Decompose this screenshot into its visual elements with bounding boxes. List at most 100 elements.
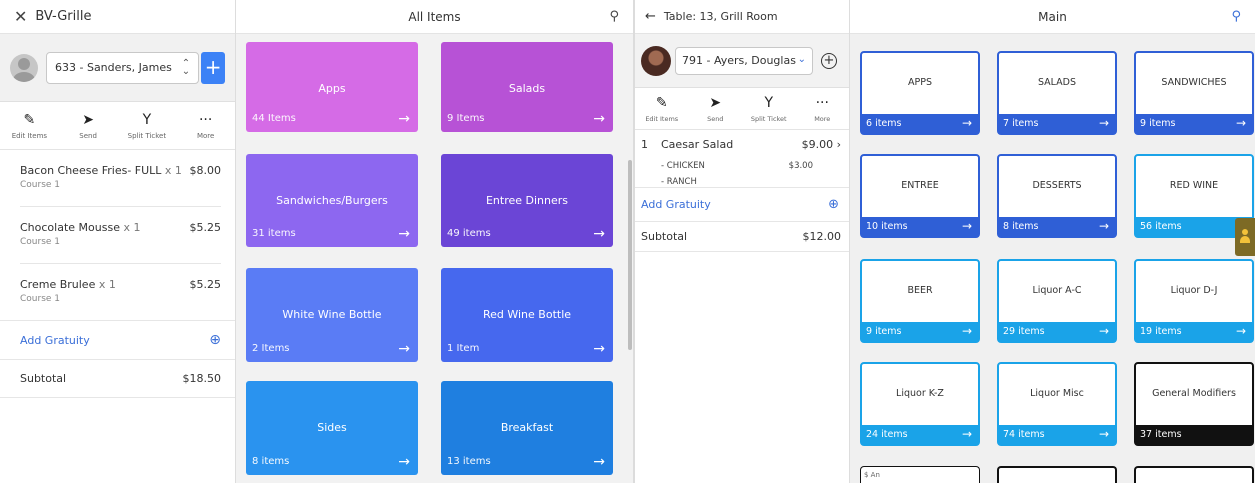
menu-title: Main [1038, 10, 1067, 24]
chevron-down-icon: ⌄ [797, 53, 806, 65]
order-item[interactable]: 1 Caesar Salad $9.00 › - CHICKEN $3.00 -… [635, 130, 849, 188]
menu-title: All Items [408, 10, 461, 24]
menu-tile-entree[interactable]: Entree Dinners 49 items → [441, 154, 613, 247]
category-apps[interactable]: APPS 6 items → [860, 51, 980, 135]
app-title: BV-Grille [35, 9, 92, 24]
category-tile-partial[interactable]: $ An [860, 466, 980, 483]
updown-icon: ⌃ ⌄ [181, 57, 191, 77]
order-item[interactable]: Bacon Cheese Fries- FULL x 1 $8.00 Cours… [0, 150, 235, 206]
customer-name: 791 - Ayers, Douglas [682, 54, 796, 67]
split-ticket-button[interactable]: Y Split Ticket [742, 88, 796, 129]
avatar [641, 45, 671, 76]
modifier: - CHICKEN $3.00 [661, 161, 813, 171]
menu-tile-apps[interactable]: Apps 44 Items → [246, 42, 418, 132]
category-salads[interactable]: SALADS 7 items → [997, 51, 1117, 135]
order-item[interactable]: Creme Brulee x 1 $5.25 Course 1 [0, 264, 235, 320]
arrow-right-icon: → [398, 341, 410, 357]
menu-tile-sides[interactable]: Sides 8 items → [246, 381, 418, 475]
split-icon: Y [142, 111, 152, 128]
category-beer[interactable]: BEER 9 items → [860, 259, 980, 343]
more-icon: ··· [815, 94, 829, 111]
order-item[interactable]: Chocolate Mousse x 1 $5.25 Course 1 [0, 207, 235, 263]
category-liquor-a-c[interactable]: Liquor A-C 29 items → [997, 259, 1117, 343]
item-course: Course 1 [20, 294, 61, 304]
menu-panel: Main ⚲ APPS 6 items → SALADS 7 items → SANDW… [850, 0, 1255, 483]
split-ticket-button[interactable]: Y Split Ticket [118, 102, 177, 149]
arrow-right-icon: → [398, 454, 410, 470]
customer-select[interactable]: 791 - Ayers, Douglas ⌄ [675, 46, 813, 75]
arrow-right-icon: → [593, 454, 605, 470]
more-button[interactable]: ··· More [796, 88, 850, 129]
arrow-right-icon: → [961, 324, 972, 338]
edit-items-button[interactable]: ✎ Edit Items [0, 102, 59, 149]
category-tile-partial[interactable] [1134, 466, 1254, 483]
split-icon: Y [764, 94, 774, 111]
ticket-panel: ← Table: 13, Grill Room 791 - Ayers, Dou… [635, 0, 850, 483]
customer-row: 791 - Ayers, Douglas ⌄ + [635, 34, 849, 88]
arrow-right-icon: → [398, 111, 410, 127]
item-course: Course 1 [20, 180, 61, 190]
category-sandwiches[interactable]: SANDWICHES 9 items → [1134, 51, 1254, 135]
action-bar: ✎ Edit Items ➤ Send Y Split Ticket ··· More [635, 88, 849, 130]
arrow-right-icon: → [961, 219, 972, 233]
customer-select[interactable]: 633 - Sanders, James ⌃ ⌄ [46, 51, 200, 84]
customer-name: 633 - Sanders, James [55, 61, 172, 74]
category-tile-partial[interactable] [997, 466, 1117, 483]
titlebar: ✕ BV-Grille [0, 0, 235, 34]
arrow-right-icon: → [961, 116, 972, 130]
category-liquor-misc[interactable]: Liquor Misc 74 items → [997, 362, 1117, 446]
add-circle-icon[interactable]: ⊕ [828, 197, 839, 212]
search-icon[interactable]: ⚲ [1231, 0, 1241, 34]
category-desserts[interactable]: DESSERTS 8 items → [997, 154, 1117, 238]
menu-tile-white-wine[interactable]: White Wine Bottle 2 Items → [246, 268, 418, 362]
category-liquor-d-j[interactable]: Liquor D-J 19 items → [1134, 259, 1254, 343]
send-button[interactable]: ➤ Send [59, 102, 118, 149]
category-entree[interactable]: ENTREE 10 items → [860, 154, 980, 238]
users-icon[interactable] [1235, 218, 1255, 256]
arrow-right-icon: → [1098, 219, 1109, 233]
edit-items-button[interactable]: ✎ Edit Items [635, 88, 689, 129]
chevron-right-icon: › [836, 138, 841, 151]
send-button[interactable]: ➤ Send [689, 88, 743, 129]
menu-tile-salads[interactable]: Salads 9 Items → [441, 42, 613, 132]
more-icon: ··· [198, 111, 213, 128]
seat-number: 1 [641, 138, 648, 151]
add-gratuity-row[interactable]: Add Gratuity ⊕ [0, 320, 235, 360]
add-customer-button[interactable]: + [201, 51, 225, 84]
search-icon[interactable]: ⚲ [609, 0, 619, 34]
left-app-window: ✕ BV-Grille 633 - Sanders, James ⌃ ⌄ + ✎ E… [0, 0, 633, 483]
item-price: $8.00 [189, 164, 222, 177]
menu-tile-breakfast[interactable]: Breakfast 13 items → [441, 381, 613, 475]
add-customer-button[interactable]: + [821, 52, 837, 69]
category-general-modifiers[interactable]: General Modifiers 37 items [1134, 362, 1254, 446]
item-price: $9.00 › [801, 138, 841, 151]
close-icon[interactable]: ✕ [14, 7, 27, 26]
more-button[interactable]: ··· More [176, 102, 235, 149]
subtotal-row: Subtotal $18.50 [0, 360, 235, 398]
subtotal-value: $18.50 [182, 372, 222, 385]
category-liquor-k-z[interactable]: Liquor K-Z 24 items → [860, 362, 980, 446]
menu-panel: All Items ⚲ Apps 44 Items → Salads 9 Ite… [236, 0, 633, 483]
pencil-icon: ✎ [655, 94, 668, 111]
ticket-panel: ✕ BV-Grille 633 - Sanders, James ⌃ ⌄ + ✎ E… [0, 0, 236, 483]
arrow-right-icon: → [961, 427, 972, 441]
subtotal-row: Subtotal $12.00 [635, 222, 849, 252]
menu-header: Main ⚲ [850, 0, 1255, 34]
arrow-right-icon: → [1098, 116, 1109, 130]
back-arrow-icon[interactable]: ← [645, 9, 656, 24]
customer-row: 633 - Sanders, James ⌃ ⌄ + [0, 34, 235, 102]
add-circle-icon[interactable]: ⊕ [209, 332, 221, 348]
menu-tile-red-wine[interactable]: Red Wine Bottle 1 Item → [441, 268, 613, 362]
arrow-right-icon: → [1098, 324, 1109, 338]
table-title: Table: 13, Grill Room [663, 10, 778, 23]
arrow-right-icon: → [593, 341, 605, 357]
add-gratuity-row[interactable]: Add Gratuity ⊕ [635, 188, 849, 222]
right-app-window: ← Table: 13, Grill Room 791 - Ayers, Dou… [633, 0, 1255, 483]
pencil-icon: ✎ [23, 111, 36, 128]
action-bar: ✎ Edit Items ➤ Send Y Split Ticket ··· More [0, 102, 235, 150]
scrollbar[interactable] [628, 160, 632, 350]
arrow-right-icon: → [1098, 427, 1109, 441]
arrow-right-icon: → [1235, 116, 1246, 130]
arrow-right-icon: → [1235, 324, 1246, 338]
menu-tile-sandwiches[interactable]: Sandwiches/Burgers 31 items → [246, 154, 418, 247]
